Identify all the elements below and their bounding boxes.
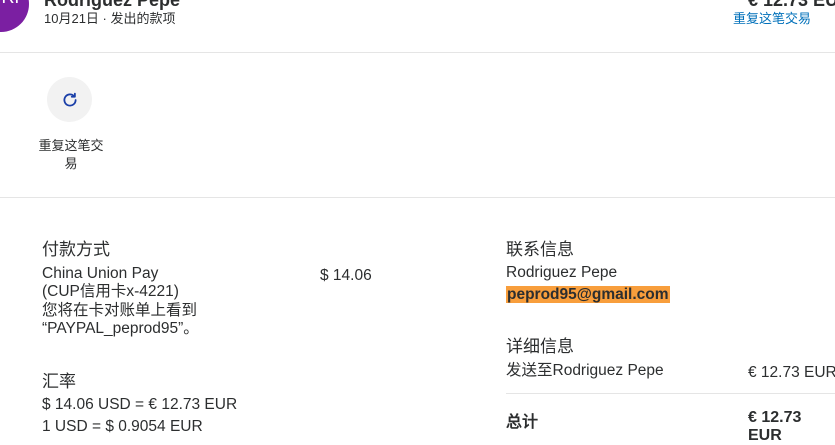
divider [506,393,835,394]
payment-card-info: (CUP信用卡x-4221) [42,283,179,300]
payment-amount: $ 14.06 [320,267,372,284]
contact-email[interactable]: peprod95@gmail.com [506,286,670,303]
statement-descriptor: “PAYPAL_peprod95”。 [42,320,199,337]
payment-method-title: 付款方式 [42,240,110,259]
exchange-rate-title: 汇率 [42,372,76,391]
repeat-transaction-link[interactable]: 重复这笔交易 [733,8,811,27]
transaction-subtitle: 10月21日 · 发出的款项 [44,11,176,26]
divider [0,197,835,198]
contact-info-title: 联系信息 [506,240,574,259]
contact-name: Rodriguez Pepe [506,264,618,281]
statement-note: 您将在卡对账单上看到 [42,302,198,319]
sent-to-label: 发送至Rodriguez Pepe [506,362,664,379]
divider [0,52,835,53]
exchange-rate: 1 USD = $ 0.9054 EUR [42,418,203,435]
avatar: RP [0,0,29,32]
repeat-transaction-label: 重复这笔交易 [38,138,104,171]
sent-amount: € 12.73 EUR [748,364,835,381]
total-amount: € 12.73 EUR [748,409,802,444]
repeat-transaction-button[interactable] [47,77,92,122]
total-label: 总计 [506,414,539,431]
payment-method-name: China Union Pay [42,265,159,282]
details-title: 详细信息 [506,337,574,356]
exchange-conversion: $ 14.06 USD = € 12.73 EUR [42,396,238,413]
refresh-icon [62,92,77,106]
